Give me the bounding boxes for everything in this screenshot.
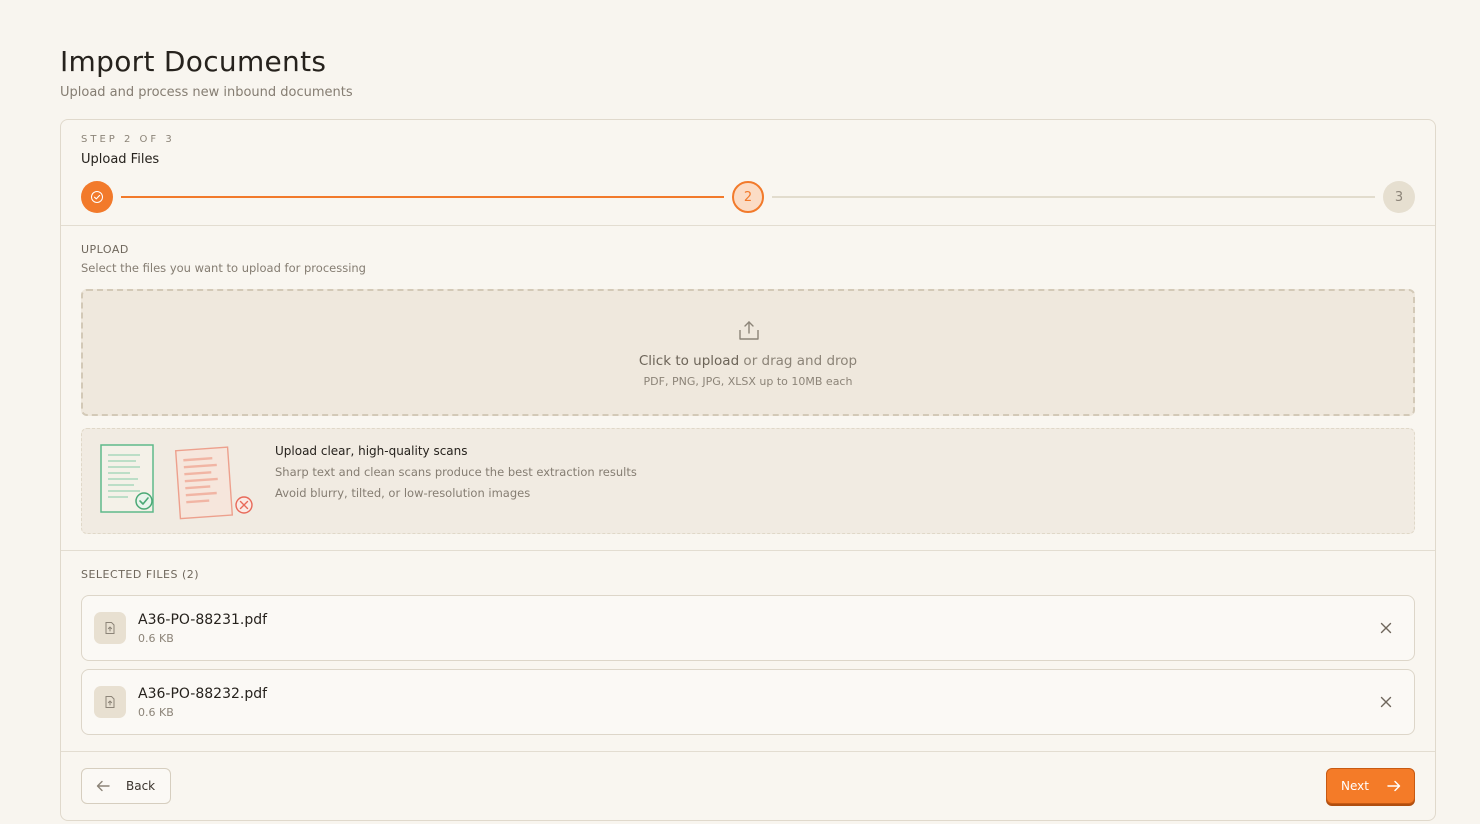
tip-title: Upload clear, high-quality scans bbox=[275, 444, 468, 458]
remove-file-button[interactable] bbox=[1378, 620, 1394, 636]
file-size: 0.6 KB bbox=[138, 706, 174, 719]
arrow-left-icon bbox=[96, 780, 110, 792]
dropzone-formats: PDF, PNG, JPG, XLSX up to 10MB each bbox=[643, 375, 853, 388]
check-circle-icon bbox=[91, 191, 103, 203]
upload-icon bbox=[739, 321, 759, 340]
click-to-upload-link[interactable]: Click to upload bbox=[639, 353, 739, 369]
bad-scan-document-icon bbox=[174, 446, 253, 520]
tip-line: Avoid blurry, tilted, or low-resolution … bbox=[275, 486, 531, 500]
divider bbox=[61, 550, 1435, 551]
divider bbox=[61, 751, 1435, 752]
step-connector-complete bbox=[121, 196, 724, 198]
upload-dropzone[interactable]: Click to upload or drag and drop PDF, PN… bbox=[81, 289, 1415, 416]
dropzone-instruction: Click to upload or drag and drop bbox=[83, 353, 1413, 369]
stepper: 2 3 bbox=[81, 181, 1416, 215]
file-name: A36-PO-88232.pdf bbox=[138, 686, 268, 702]
good-scan-document-icon bbox=[100, 444, 154, 513]
file-row: A36-PO-88231.pdf 0.6 KB bbox=[81, 595, 1415, 661]
step-1-complete bbox=[81, 181, 113, 213]
back-button[interactable]: Back bbox=[81, 768, 171, 804]
next-button[interactable]: Next bbox=[1326, 768, 1415, 804]
selected-files-label: SELECTED FILES (2) bbox=[81, 568, 200, 581]
step-3-pending: 3 bbox=[1383, 181, 1415, 213]
file-upload-icon bbox=[94, 686, 126, 718]
import-wizard-card: STEP 2 OF 3 Upload Files 2 3 UPLOAD Sele… bbox=[60, 119, 1436, 821]
scan-quality-tip: Upload clear, high-quality scans Sharp t… bbox=[81, 428, 1415, 534]
upload-section-label: UPLOAD bbox=[81, 243, 129, 256]
file-upload-icon bbox=[94, 612, 126, 644]
close-icon bbox=[1380, 696, 1392, 708]
file-name: A36-PO-88231.pdf bbox=[138, 612, 268, 628]
file-row: A36-PO-88232.pdf 0.6 KB bbox=[81, 669, 1415, 735]
step-2-current: 2 bbox=[732, 181, 764, 213]
back-label: Back bbox=[126, 779, 156, 793]
page-subtitle: Upload and process new inbound documents bbox=[60, 85, 353, 100]
divider bbox=[61, 225, 1435, 226]
page-title: Import Documents bbox=[60, 45, 327, 78]
arrow-right-icon bbox=[1387, 780, 1401, 792]
file-size: 0.6 KB bbox=[138, 632, 174, 645]
step-kicker: STEP 2 OF 3 bbox=[81, 134, 175, 145]
remove-file-button[interactable] bbox=[1378, 694, 1394, 710]
drag-drop-text: or drag and drop bbox=[739, 353, 858, 369]
tip-line: Sharp text and clean scans produce the b… bbox=[275, 465, 637, 479]
close-icon bbox=[1380, 622, 1392, 634]
step-title: Upload Files bbox=[81, 152, 160, 167]
next-label: Next bbox=[1341, 779, 1369, 793]
upload-section-description: Select the files you want to upload for … bbox=[81, 261, 366, 275]
step-connector-pending bbox=[772, 196, 1375, 198]
